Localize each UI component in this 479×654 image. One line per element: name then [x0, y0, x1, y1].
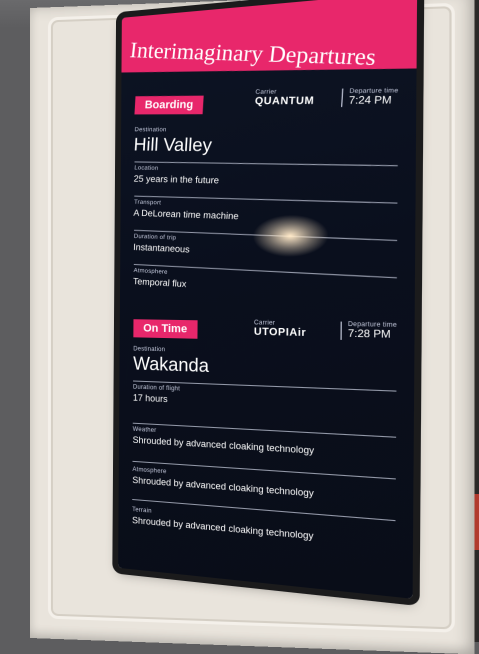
terrain-row: Terrain Shrouded by advanced cloaking te… [132, 507, 395, 549]
departure-time: 7:24 PM [348, 94, 392, 107]
destination-row: Destination Hill Valley [133, 127, 398, 158]
flight-1-block: Boarding Carrier QUANTUM Departure time … [133, 81, 399, 289]
carrier-name: QUANTUM [254, 95, 315, 108]
location-value: 25 years in the future [133, 173, 220, 186]
destination-value: Hill Valley [133, 134, 213, 156]
atmosphere-row: Atmosphere Temporal flux [133, 268, 397, 301]
status-badge-boarding: Boarding [134, 95, 204, 115]
light-glare [252, 213, 330, 258]
carrier-name: UTOPIAir [253, 326, 307, 340]
status-badge-on-time: On Time [133, 319, 198, 339]
destination-row: Destination Wakanda [133, 346, 397, 384]
departure-board-screen: Interimaginary Departures Boarding Carri… [118, 0, 418, 599]
atmosphere-row: Atmosphere Shrouded by advanced cloaking… [132, 467, 395, 505]
destination-label: Destination [134, 127, 167, 134]
departure-time: 7:28 PM [347, 328, 391, 341]
weather-row: Weather Shrouded by advanced cloaking te… [133, 427, 396, 461]
location-row: Location 25 years in the future [133, 165, 397, 189]
flight-2-carrier-box: Carrier UTOPIAir Departure time 7:28 PM [253, 320, 397, 342]
flight-2-block: On Time Carrier UTOPIAir Departure time … [132, 318, 397, 541]
flight-1-carrier-box: Carrier QUANTUM Departure time 7:24 PM [255, 88, 399, 107]
